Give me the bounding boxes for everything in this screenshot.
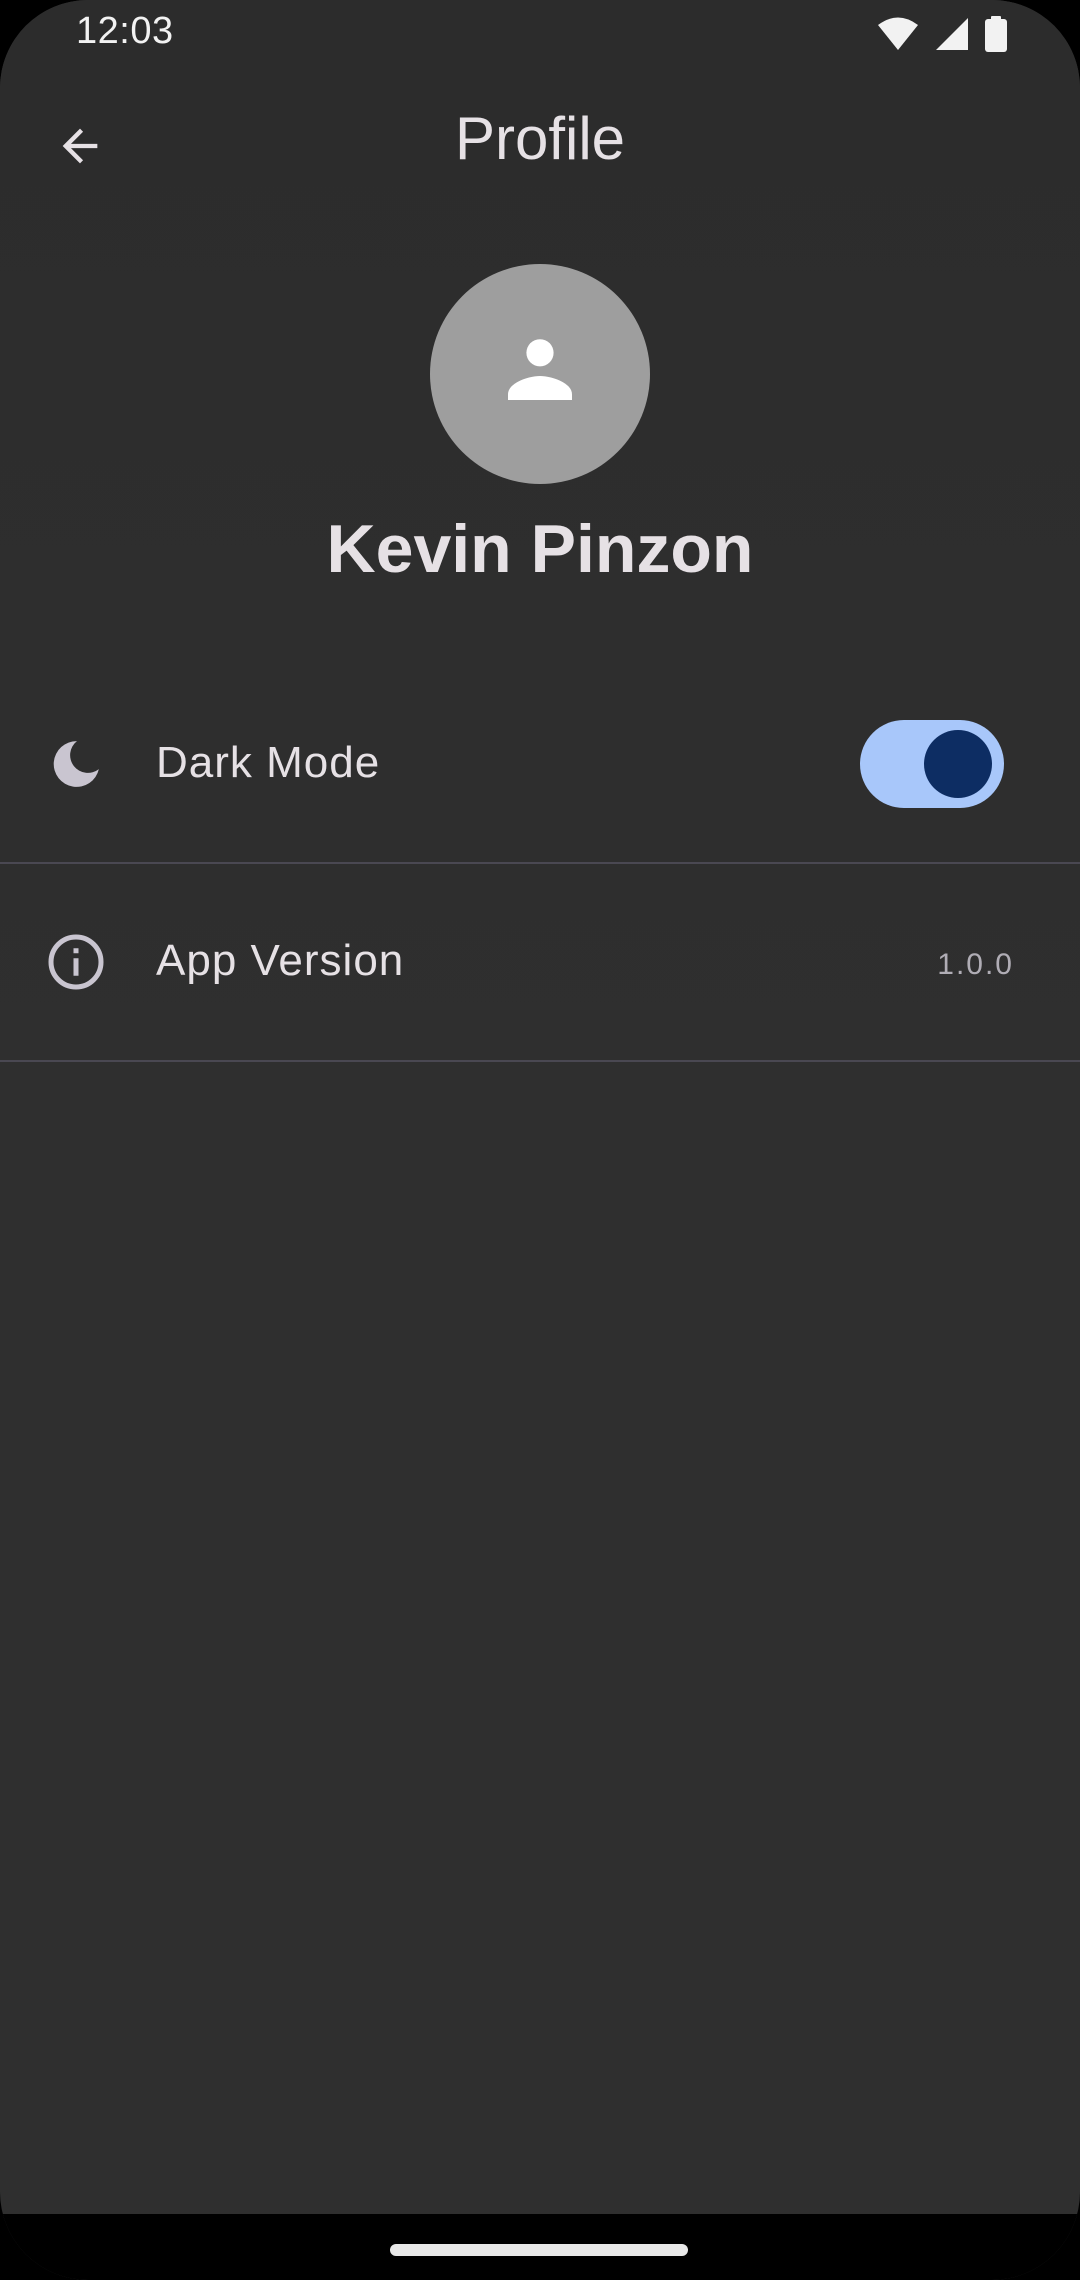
navigation-bar	[0, 2214, 1080, 2280]
page-title: Profile	[454, 105, 626, 172]
battery-icon	[984, 16, 1008, 57]
status-time: 12:03	[76, 10, 174, 52]
app-version-row: App Version 1.0.0	[0, 864, 1080, 1060]
dark-mode-switch[interactable]	[860, 720, 1004, 808]
info-icon	[46, 932, 106, 992]
wifi-icon	[876, 16, 920, 57]
home-gesture-handle[interactable]	[390, 2244, 688, 2256]
dark-mode-label: Dark Mode	[156, 738, 381, 787]
app-version-value: 1.0.0	[937, 948, 1014, 981]
dark-mode-row[interactable]: Dark Mode	[0, 666, 1080, 862]
person-icon	[492, 324, 588, 425]
screen: 12:03 Profile Kevin Pinzon Dark Mode App…	[0, 0, 1080, 2280]
status-icons	[876, 16, 1008, 57]
divider	[0, 1060, 1080, 1062]
profile-name: Kevin Pinzon	[326, 511, 754, 587]
app-version-label: App Version	[156, 936, 405, 985]
switch-thumb	[924, 730, 992, 798]
avatar	[430, 264, 650, 484]
moon-icon	[46, 734, 106, 794]
signal-icon	[934, 16, 970, 57]
